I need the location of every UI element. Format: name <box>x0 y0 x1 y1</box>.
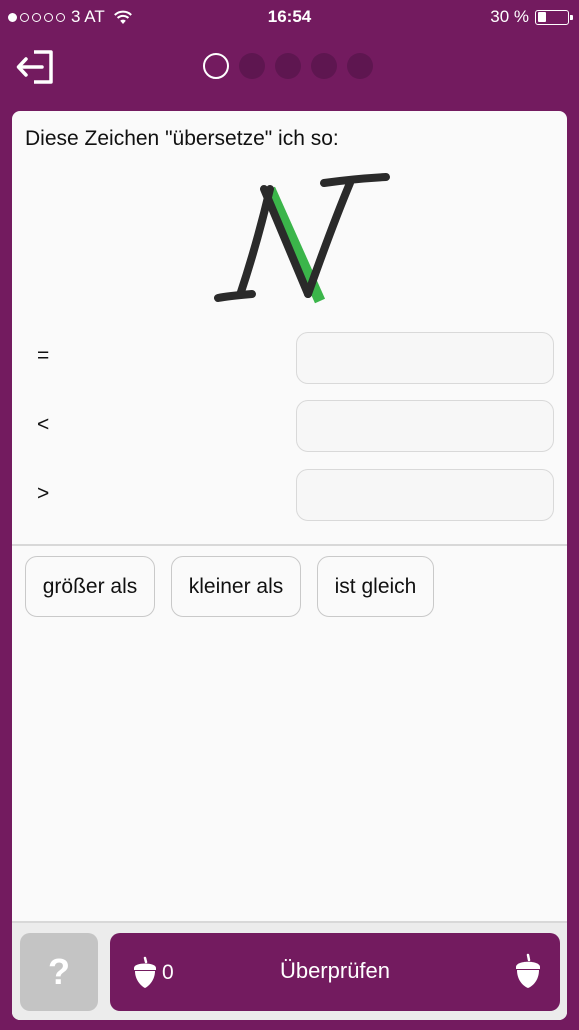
bottom-bar: ? 0 Überprüfen <box>12 923 567 1020</box>
choice-greater-than[interactable]: größer als <box>25 556 155 617</box>
symbol-equals: = <box>37 344 50 367</box>
symbol-greater-than: > <box>37 482 50 505</box>
progress-dot <box>347 53 373 79</box>
task-prompt: Diese Zeichen "übersetze" ich so: <box>25 127 339 150</box>
battery-percentage: 30 % <box>490 7 529 26</box>
status-right: 30 % <box>490 7 573 27</box>
progress-indicator <box>203 53 373 79</box>
battery-icon <box>535 9 573 25</box>
answer-field-greater-than[interactable] <box>296 469 554 521</box>
handwritten-glyph-image <box>214 173 390 304</box>
exit-button[interactable] <box>14 44 58 88</box>
check-button[interactable]: 0 Überprüfen <box>110 933 560 1011</box>
acorn-icon <box>516 953 540 988</box>
hint-button[interactable]: ? <box>20 933 98 1011</box>
exit-icon <box>16 50 53 84</box>
divider <box>12 544 567 546</box>
symbol-less-than: < <box>37 413 50 436</box>
choice-less-than[interactable]: kleiner als <box>171 556 301 617</box>
progress-dot <box>275 53 301 79</box>
answer-field-less-than[interactable] <box>296 400 554 452</box>
choice-equals[interactable]: ist gleich <box>317 556 434 617</box>
progress-dot <box>311 53 337 79</box>
battery-level <box>537 12 547 22</box>
answer-field-equals[interactable] <box>296 332 554 384</box>
progress-dot <box>239 53 265 79</box>
status-bar: 3 AT 16:54 30 % <box>0 0 579 34</box>
check-button-label: Überprüfen <box>279 958 391 983</box>
battery-tip <box>570 14 573 20</box>
exercise-card: Diese Zeichen "übersetze" ich so: = < > … <box>12 111 567 1020</box>
progress-dot-current <box>203 53 229 79</box>
